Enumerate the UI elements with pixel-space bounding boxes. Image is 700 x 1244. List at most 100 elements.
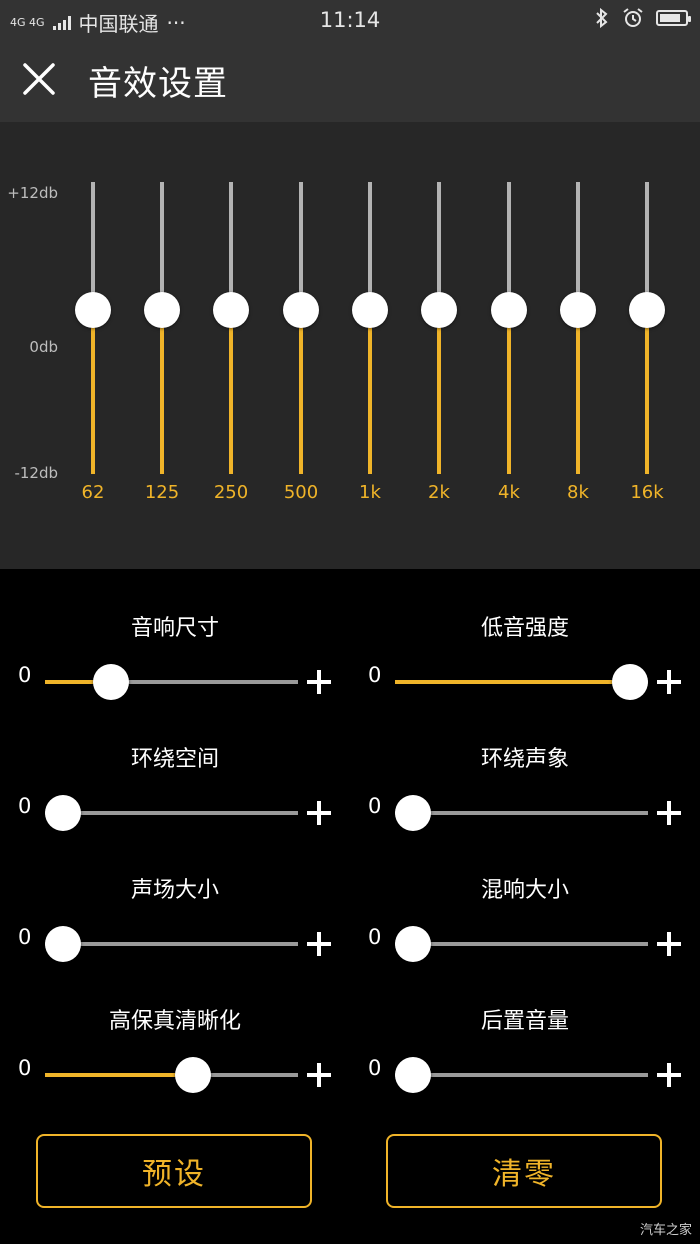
effect-control: 低音强度 0	[350, 580, 700, 710]
eq-knob[interactable]	[560, 292, 596, 328]
eq-band[interactable]: 125	[132, 122, 192, 569]
slider-knob[interactable]	[45, 795, 81, 831]
slider-knob[interactable]	[395, 1057, 431, 1093]
eq-track-lower	[576, 310, 580, 474]
slider-track	[45, 811, 298, 815]
eq-knob[interactable]	[491, 292, 527, 328]
effect-label: 后置音量	[480, 1009, 569, 1034]
slider-knob[interactable]	[612, 664, 648, 700]
plus-icon[interactable]	[307, 1063, 331, 1087]
battery-icon	[656, 10, 691, 26]
alarm-icon	[623, 8, 643, 27]
effect-control: 后置音量 0	[350, 973, 700, 1103]
effect-label: 环绕声象	[480, 747, 569, 772]
eq-track-upper	[299, 182, 303, 310]
effect-control: 音响尺寸 0	[0, 580, 350, 710]
plus-icon[interactable]	[657, 801, 681, 825]
eq-band[interactable]: 1k	[340, 122, 400, 569]
status-bar: 4G 4G 中国联通 ··· 11:14	[0, 0, 700, 38]
eq-knob[interactable]	[283, 292, 319, 328]
eq-track-lower	[507, 310, 511, 474]
close-icon[interactable]	[18, 58, 60, 100]
effect-control: 环绕声象 0	[350, 711, 700, 841]
effect-slider[interactable]	[395, 795, 648, 831]
preset-button[interactable]: 预设	[36, 1134, 312, 1208]
eq-knob[interactable]	[352, 292, 388, 328]
plus-icon[interactable]	[657, 670, 681, 694]
eq-freq-label: 1k	[359, 482, 381, 503]
effect-label: 环绕空间	[130, 747, 219, 772]
effect-min-label: 0	[368, 794, 382, 818]
eq-track-upper	[437, 182, 441, 310]
plus-icon[interactable]	[657, 932, 681, 956]
slider-knob[interactable]	[395, 926, 431, 962]
slider-knob[interactable]	[92, 664, 129, 700]
eq-track-lower	[368, 310, 372, 474]
eq-band[interactable]: 16k	[617, 122, 677, 569]
eq-freq-label: 4k	[498, 482, 520, 503]
bluetooth-icon	[596, 7, 608, 29]
effect-slider[interactable]	[45, 795, 298, 831]
reset-button[interactable]: 清零	[386, 1134, 662, 1208]
effect-slider[interactable]	[395, 1057, 648, 1093]
eq-track-lower	[160, 310, 164, 474]
effect-min-label: 0	[18, 925, 32, 949]
eq-band[interactable]: 8k	[548, 122, 608, 569]
effect-slider[interactable]	[395, 926, 648, 962]
plus-icon[interactable]	[307, 670, 331, 694]
eq-track-lower	[437, 310, 441, 474]
eq-track-lower	[299, 310, 303, 474]
plus-icon[interactable]	[307, 801, 331, 825]
slider-track	[395, 942, 648, 946]
eq-knob[interactable]	[629, 292, 665, 328]
equalizer-panel: +12db 0db -12db 62 125 250 500 1k 2k 4k 8k 16k	[0, 122, 700, 569]
plus-icon[interactable]	[657, 1063, 681, 1087]
effect-label: 混响大小	[480, 878, 569, 903]
slider-track	[45, 942, 298, 946]
eq-track-lower	[229, 310, 233, 474]
eq-track-upper	[91, 182, 95, 310]
slider-fill	[395, 680, 630, 684]
slider-knob[interactable]	[175, 1057, 212, 1093]
effect-slider[interactable]	[45, 926, 298, 962]
slider-fill	[45, 1073, 194, 1077]
eq-freq-label: 250	[213, 482, 249, 503]
eq-band[interactable]: 4k	[479, 122, 539, 569]
eq-freq-label: 500	[283, 482, 319, 503]
effect-control: 环绕空间 0	[0, 711, 350, 841]
eq-band[interactable]: 250	[201, 122, 261, 569]
slider-knob[interactable]	[45, 926, 81, 962]
eq-knob[interactable]	[421, 292, 457, 328]
eq-track-upper	[507, 182, 511, 310]
eq-freq-label: 16k	[630, 482, 664, 503]
effect-control: 声场大小 0	[0, 842, 350, 972]
eq-track-lower	[91, 310, 95, 474]
slider-knob[interactable]	[395, 795, 431, 831]
eq-track-upper	[229, 182, 233, 310]
eq-track-upper	[645, 182, 649, 310]
effect-min-label: 0	[18, 794, 32, 818]
plus-icon[interactable]	[307, 932, 331, 956]
effect-slider[interactable]	[45, 1057, 298, 1093]
effect-min-label: 0	[18, 1056, 32, 1080]
eq-band[interactable]: 500	[271, 122, 331, 569]
effect-label: 音响尺寸	[130, 616, 219, 641]
db-min-label: -12db	[14, 464, 58, 482]
effect-slider[interactable]	[45, 664, 298, 700]
app-header: 音效设置	[0, 38, 700, 122]
effect-label: 低音强度	[480, 616, 569, 641]
eq-knob[interactable]	[144, 292, 180, 328]
eq-band[interactable]: 2k	[409, 122, 469, 569]
slider-track	[395, 1073, 648, 1077]
eq-band[interactable]: 62	[63, 122, 123, 569]
eq-knob[interactable]	[75, 292, 111, 328]
effect-min-label: 0	[368, 1056, 382, 1080]
effect-min-label: 0	[368, 663, 382, 687]
effect-slider[interactable]	[395, 664, 648, 700]
db-max-label: +12db	[7, 184, 58, 202]
eq-track-upper	[160, 182, 164, 310]
eq-freq-label: 2k	[428, 482, 450, 503]
eq-freq-label: 8k	[567, 482, 589, 503]
effect-min-label: 0	[368, 925, 382, 949]
eq-knob[interactable]	[213, 292, 249, 328]
